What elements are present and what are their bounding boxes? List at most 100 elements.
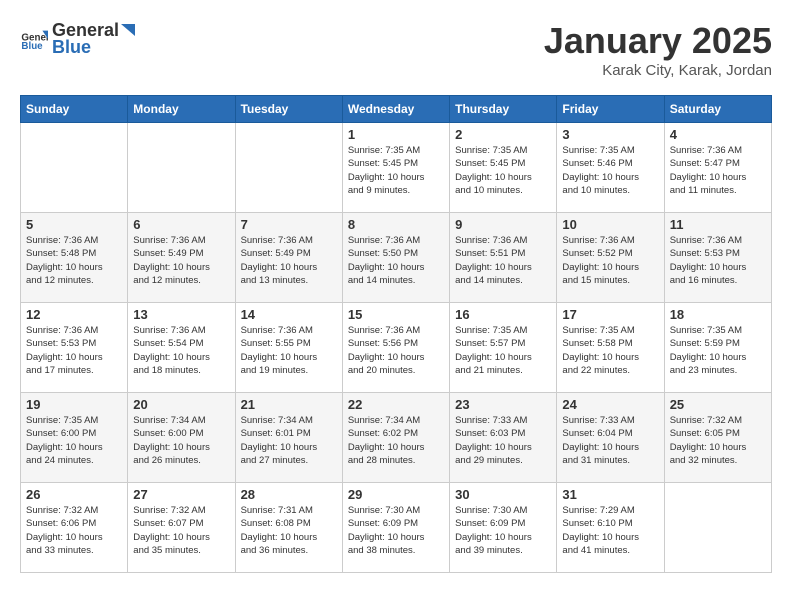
page-header: General Blue General Blue January 2025 K… (20, 20, 772, 79)
col-header-thursday: Thursday (450, 96, 557, 123)
calendar-cell: 9 Sunrise: 7:36 AM Sunset: 5:51 PM Daylig… (450, 213, 557, 303)
svg-text:Blue: Blue (21, 41, 43, 52)
day-number: 30 (455, 487, 551, 502)
calendar-cell: 15Sunrise: 7:36 AM Sunset: 5:56 PM Dayli… (342, 303, 449, 393)
col-header-tuesday: Tuesday (235, 96, 342, 123)
calendar-cell: 1Sunrise: 7:35 AM Sunset: 5:45 PM Daylig… (342, 123, 449, 213)
calendar-cell: 7 Sunrise: 7:36 AM Sunset: 5:49 PM Daylig… (235, 213, 342, 303)
cell-info: Sunrise: 7:36 AM Sunset: 5:51 PM Dayligh… (455, 234, 551, 287)
day-number: 10 (562, 217, 658, 232)
calendar-cell: 4 Sunrise: 7:36 AM Sunset: 5:47 PM Daylig… (664, 123, 771, 213)
day-number: 16 (455, 307, 551, 322)
calendar-cell: 5 Sunrise: 7:36 AM Sunset: 5:48 PM Daylig… (21, 213, 128, 303)
cell-info: Sunrise: 7:32 AM Sunset: 6:05 PM Dayligh… (670, 414, 766, 467)
cell-info: Sunrise: 7:34 AM Sunset: 6:02 PM Dayligh… (348, 414, 444, 467)
calendar-cell: 22Sunrise: 7:34 AM Sunset: 6:02 PM Dayli… (342, 393, 449, 483)
calendar-table: SundayMondayTuesdayWednesdayThursdayFrid… (20, 95, 772, 573)
col-header-friday: Friday (557, 96, 664, 123)
calendar-cell: 13Sunrise: 7:36 AM Sunset: 5:54 PM Dayli… (128, 303, 235, 393)
day-number: 25 (670, 397, 766, 412)
col-header-monday: Monday (128, 96, 235, 123)
day-number: 21 (241, 397, 337, 412)
day-number: 17 (562, 307, 658, 322)
day-number: 28 (241, 487, 337, 502)
calendar-week-row: 12Sunrise: 7:36 AM Sunset: 5:53 PM Dayli… (21, 303, 772, 393)
day-number: 4 (670, 127, 766, 142)
cell-info: Sunrise: 7:35 AM Sunset: 5:45 PM Dayligh… (455, 144, 551, 197)
day-number: 13 (133, 307, 229, 322)
cell-info: Sunrise: 7:35 AM Sunset: 5:45 PM Dayligh… (348, 144, 444, 197)
calendar-cell: 18 Sunrise: 7:35 AM Sunset: 5:59 PM Dayli… (664, 303, 771, 393)
calendar-cell (128, 123, 235, 213)
cell-info: Sunrise: 7:32 AM Sunset: 6:07 PM Dayligh… (133, 504, 229, 557)
calendar-cell: 20 Sunrise: 7:34 AM Sunset: 6:00 PM Dayli… (128, 393, 235, 483)
day-number: 26 (26, 487, 122, 502)
cell-info: Sunrise: 7:34 AM Sunset: 6:00 PM Dayligh… (133, 414, 229, 467)
calendar-cell: 30 Sunrise: 7:30 AM Sunset: 6:09 PM Dayli… (450, 483, 557, 573)
day-number: 7 (241, 217, 337, 232)
cell-info: Sunrise: 7:30 AM Sunset: 6:09 PM Dayligh… (455, 504, 551, 557)
calendar-cell: 2 Sunrise: 7:35 AM Sunset: 5:45 PM Daylig… (450, 123, 557, 213)
calendar-cell: 17 Sunrise: 7:35 AM Sunset: 5:58 PM Dayli… (557, 303, 664, 393)
calendar-cell: 23 Sunrise: 7:33 AM Sunset: 6:03 PM Dayli… (450, 393, 557, 483)
logo: General Blue General Blue (20, 20, 137, 58)
col-header-saturday: Saturday (664, 96, 771, 123)
cell-info: Sunrise: 7:36 AM Sunset: 5:49 PM Dayligh… (133, 234, 229, 287)
cell-info: Sunrise: 7:36 AM Sunset: 5:53 PM Dayligh… (670, 234, 766, 287)
cell-info: Sunrise: 7:31 AM Sunset: 6:08 PM Dayligh… (241, 504, 337, 557)
calendar-cell: 27 Sunrise: 7:32 AM Sunset: 6:07 PM Dayli… (128, 483, 235, 573)
day-number: 2 (455, 127, 551, 142)
calendar-cell: 3Sunrise: 7:35 AM Sunset: 5:46 PM Daylig… (557, 123, 664, 213)
cell-info: Sunrise: 7:34 AM Sunset: 6:01 PM Dayligh… (241, 414, 337, 467)
day-number: 29 (348, 487, 444, 502)
calendar-cell: 29Sunrise: 7:30 AM Sunset: 6:09 PM Dayli… (342, 483, 449, 573)
day-number: 20 (133, 397, 229, 412)
day-number: 24 (562, 397, 658, 412)
day-number: 14 (241, 307, 337, 322)
calendar-week-row: 19 Sunrise: 7:35 AM Sunset: 6:00 PM Dayli… (21, 393, 772, 483)
calendar-cell (664, 483, 771, 573)
calendar-cell: 21 Sunrise: 7:34 AM Sunset: 6:01 PM Dayli… (235, 393, 342, 483)
calendar-cell: 28 Sunrise: 7:31 AM Sunset: 6:08 PM Dayli… (235, 483, 342, 573)
cell-info: Sunrise: 7:36 AM Sunset: 5:48 PM Dayligh… (26, 234, 122, 287)
cell-info: Sunrise: 7:35 AM Sunset: 5:57 PM Dayligh… (455, 324, 551, 377)
calendar-cell: 26 Sunrise: 7:32 AM Sunset: 6:06 PM Dayli… (21, 483, 128, 573)
location: Karak City, Karak, Jordan (544, 62, 772, 79)
cell-info: Sunrise: 7:36 AM Sunset: 5:52 PM Dayligh… (562, 234, 658, 287)
cell-info: Sunrise: 7:36 AM Sunset: 5:47 PM Dayligh… (670, 144, 766, 197)
cell-info: Sunrise: 7:33 AM Sunset: 6:04 PM Dayligh… (562, 414, 658, 467)
calendar-cell: 14Sunrise: 7:36 AM Sunset: 5:55 PM Dayli… (235, 303, 342, 393)
day-number: 31 (562, 487, 658, 502)
day-number: 11 (670, 217, 766, 232)
day-number: 3 (562, 127, 658, 142)
day-number: 18 (670, 307, 766, 322)
cell-info: Sunrise: 7:35 AM Sunset: 6:00 PM Dayligh… (26, 414, 122, 467)
cell-info: Sunrise: 7:32 AM Sunset: 6:06 PM Dayligh… (26, 504, 122, 557)
cell-info: Sunrise: 7:36 AM Sunset: 5:56 PM Dayligh… (348, 324, 444, 377)
calendar-cell: 25 Sunrise: 7:32 AM Sunset: 6:05 PM Dayli… (664, 393, 771, 483)
title-block: January 2025 Karak City, Karak, Jordan (544, 20, 772, 79)
day-number: 9 (455, 217, 551, 232)
calendar-header-row: SundayMondayTuesdayWednesdayThursdayFrid… (21, 96, 772, 123)
calendar-cell: 24 Sunrise: 7:33 AM Sunset: 6:04 PM Dayli… (557, 393, 664, 483)
day-number: 27 (133, 487, 229, 502)
calendar-cell: 11 Sunrise: 7:36 AM Sunset: 5:53 PM Dayli… (664, 213, 771, 303)
day-number: 6 (133, 217, 229, 232)
day-number: 19 (26, 397, 122, 412)
calendar-cell: 8Sunrise: 7:36 AM Sunset: 5:50 PM Daylig… (342, 213, 449, 303)
month-title: January 2025 (544, 20, 772, 62)
cell-info: Sunrise: 7:35 AM Sunset: 5:58 PM Dayligh… (562, 324, 658, 377)
calendar-week-row: 1Sunrise: 7:35 AM Sunset: 5:45 PM Daylig… (21, 123, 772, 213)
day-number: 5 (26, 217, 122, 232)
logo-triangle-icon (119, 22, 137, 40)
calendar-cell: 6 Sunrise: 7:36 AM Sunset: 5:49 PM Daylig… (128, 213, 235, 303)
col-header-sunday: Sunday (21, 96, 128, 123)
day-number: 8 (348, 217, 444, 232)
day-number: 23 (455, 397, 551, 412)
cell-info: Sunrise: 7:36 AM Sunset: 5:49 PM Dayligh… (241, 234, 337, 287)
cell-info: Sunrise: 7:33 AM Sunset: 6:03 PM Dayligh… (455, 414, 551, 467)
calendar-cell (235, 123, 342, 213)
day-number: 12 (26, 307, 122, 322)
cell-info: Sunrise: 7:35 AM Sunset: 5:59 PM Dayligh… (670, 324, 766, 377)
calendar-week-row: 26 Sunrise: 7:32 AM Sunset: 6:06 PM Dayli… (21, 483, 772, 573)
